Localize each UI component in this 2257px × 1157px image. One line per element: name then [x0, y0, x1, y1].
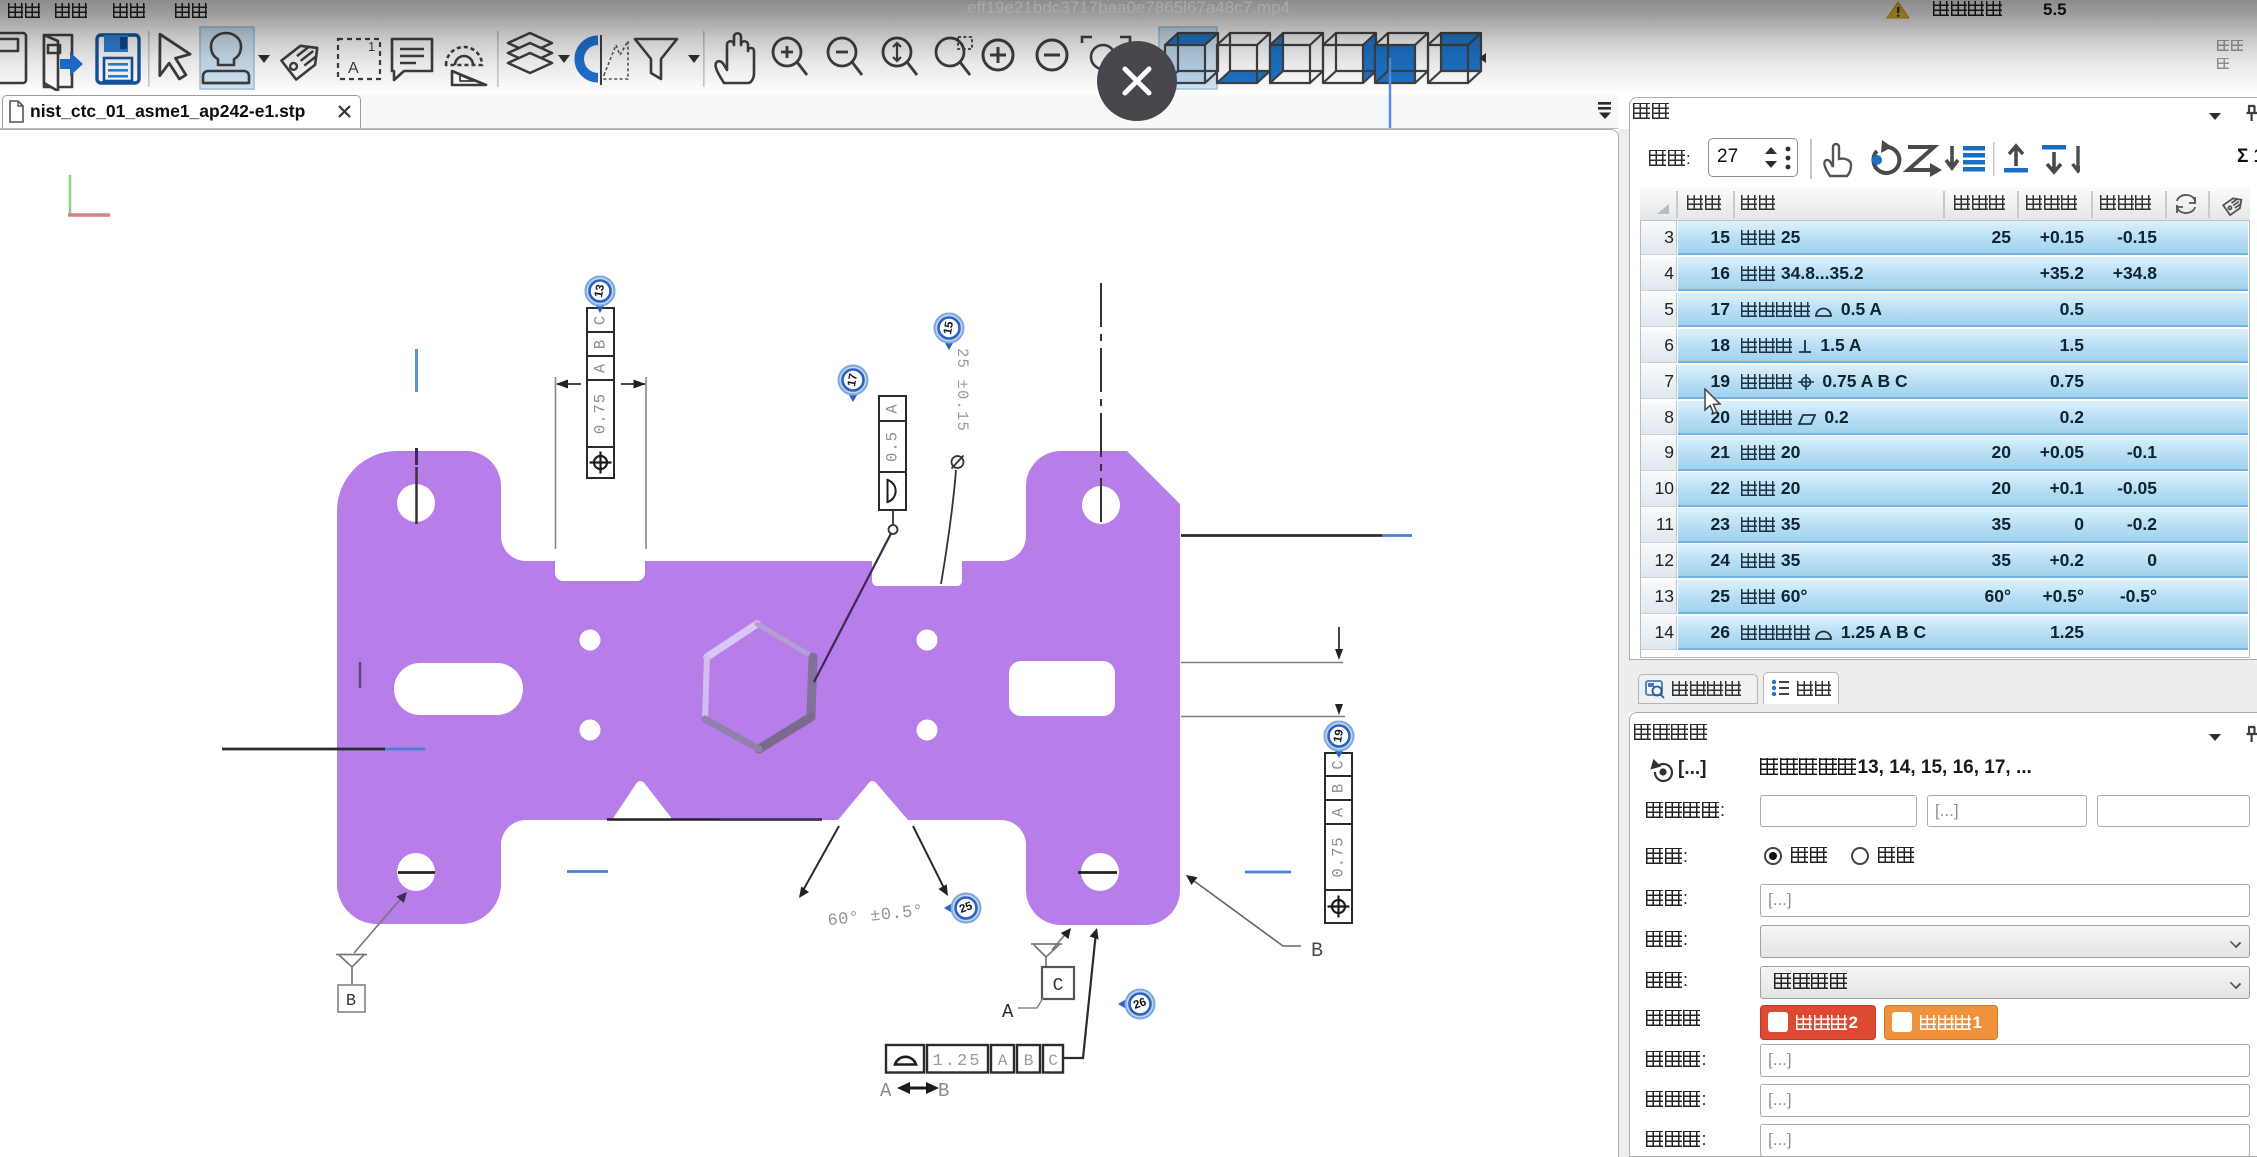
svg-text:19: 19	[1332, 729, 1346, 744]
svg-text:C: C	[592, 315, 610, 325]
svg-text:B: B	[592, 339, 610, 349]
svg-text:B: B	[346, 992, 356, 1011]
svg-text:17: 17	[846, 373, 860, 388]
svg-text:60° ±0.5°: 60° ±0.5°	[827, 902, 925, 931]
svg-text:C: C	[1048, 1052, 1058, 1070]
svg-text:A: A	[998, 1052, 1008, 1070]
svg-text:A: A	[1330, 807, 1348, 817]
svg-text:0.5: 0.5	[884, 431, 902, 462]
svg-text:1.25: 1.25	[933, 1052, 982, 1071]
svg-text:B: B	[1311, 940, 1323, 963]
svg-text:C: C	[1330, 759, 1348, 769]
svg-text:B: B	[1024, 1052, 1034, 1070]
svg-text:0.75: 0.75	[592, 393, 610, 434]
svg-text:B: B	[1330, 783, 1348, 793]
svg-text:C: C	[1053, 976, 1064, 996]
svg-text:A: A	[592, 363, 610, 373]
svg-text:13: 13	[593, 284, 607, 299]
svg-text:A: A	[880, 1080, 892, 1102]
svg-text:25 ±0.15: 25 ±0.15	[953, 348, 971, 432]
svg-text:A: A	[1002, 1001, 1014, 1023]
svg-text:B: B	[938, 1080, 949, 1102]
svg-text:A: A	[884, 403, 902, 413]
svg-text:0.75: 0.75	[1330, 836, 1348, 877]
